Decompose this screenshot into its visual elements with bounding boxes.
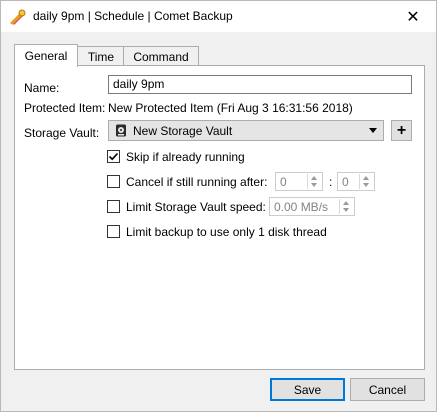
comet-app-icon (10, 9, 26, 25)
cancel-if-running-checkbox[interactable] (107, 175, 120, 188)
tab-label: Time (87, 49, 115, 64)
skip-if-running-checkbox[interactable] (107, 150, 120, 163)
cancel-hours-value: 0 (280, 175, 287, 189)
cancel-button[interactable]: Cancel (350, 378, 425, 401)
save-button[interactable]: Save (270, 378, 345, 401)
time-separator: : (329, 175, 333, 189)
limit-thread-label: Limit backup to use only 1 disk thread (126, 225, 327, 239)
skip-if-running-label: Skip if already running (126, 150, 245, 164)
protected-item-label: Protected Item: (24, 101, 106, 115)
storage-vault-select[interactable]: New Storage Vault (108, 120, 384, 141)
chevron-down-icon (369, 128, 377, 133)
tab-time[interactable]: Time (77, 46, 125, 66)
limit-speed-label: Limit Storage Vault speed: (126, 200, 266, 214)
stepper-buttons (307, 174, 321, 189)
general-panel: Name: daily 9pm Protected Item: New Prot… (14, 65, 425, 370)
title-bar: daily 9pm | Schedule | Comet Backup ✕ (1, 1, 436, 32)
stepper-buttons (339, 199, 353, 214)
cancel-minutes-stepper[interactable]: 0 (337, 172, 375, 191)
speed-stepper[interactable]: 0.00 MB/s (269, 197, 355, 216)
save-button-label: Save (293, 382, 322, 397)
stepper-down-icon[interactable] (363, 183, 369, 187)
cancel-hours-stepper[interactable]: 0 (275, 172, 323, 191)
cancel-minutes-value: 0 (342, 175, 349, 189)
window-title: daily 9pm | Schedule | Comet Backup (33, 9, 233, 23)
stepper-down-icon[interactable] (343, 208, 349, 212)
name-input[interactable]: daily 9pm (108, 75, 412, 94)
close-button[interactable]: ✕ (390, 1, 436, 32)
add-storage-vault-button[interactable]: + (391, 120, 412, 141)
tab-label: General (24, 49, 68, 63)
cancel-button-label: Cancel (368, 382, 407, 397)
storage-vault-value: New Storage Vault (133, 124, 233, 138)
name-label: Name: (24, 81, 60, 95)
limit-thread-checkbox[interactable] (107, 225, 120, 238)
tab-general[interactable]: General (14, 44, 78, 67)
protected-item-value: New Protected Item (Fri Aug 3 16:31:56 2… (108, 101, 353, 115)
stepper-down-icon[interactable] (311, 183, 317, 187)
checkmark-icon (108, 152, 119, 161)
limit-speed-checkbox[interactable] (107, 200, 120, 213)
stepper-up-icon[interactable] (311, 176, 317, 180)
tab-command[interactable]: Command (123, 46, 199, 66)
stepper-up-icon[interactable] (343, 201, 349, 205)
stepper-buttons (359, 174, 373, 189)
disk-icon (116, 124, 126, 137)
close-icon: ✕ (406, 8, 420, 26)
schedule-dialog: daily 9pm | Schedule | Comet Backup ✕ Ge… (0, 0, 437, 412)
storage-vault-label: Storage Vault: (24, 126, 100, 140)
stepper-up-icon[interactable] (363, 176, 369, 180)
plus-icon: + (396, 121, 407, 139)
cancel-if-running-label: Cancel if still running after: (126, 175, 268, 189)
tab-label: Command (133, 49, 189, 64)
speed-value: 0.00 MB/s (274, 200, 329, 214)
